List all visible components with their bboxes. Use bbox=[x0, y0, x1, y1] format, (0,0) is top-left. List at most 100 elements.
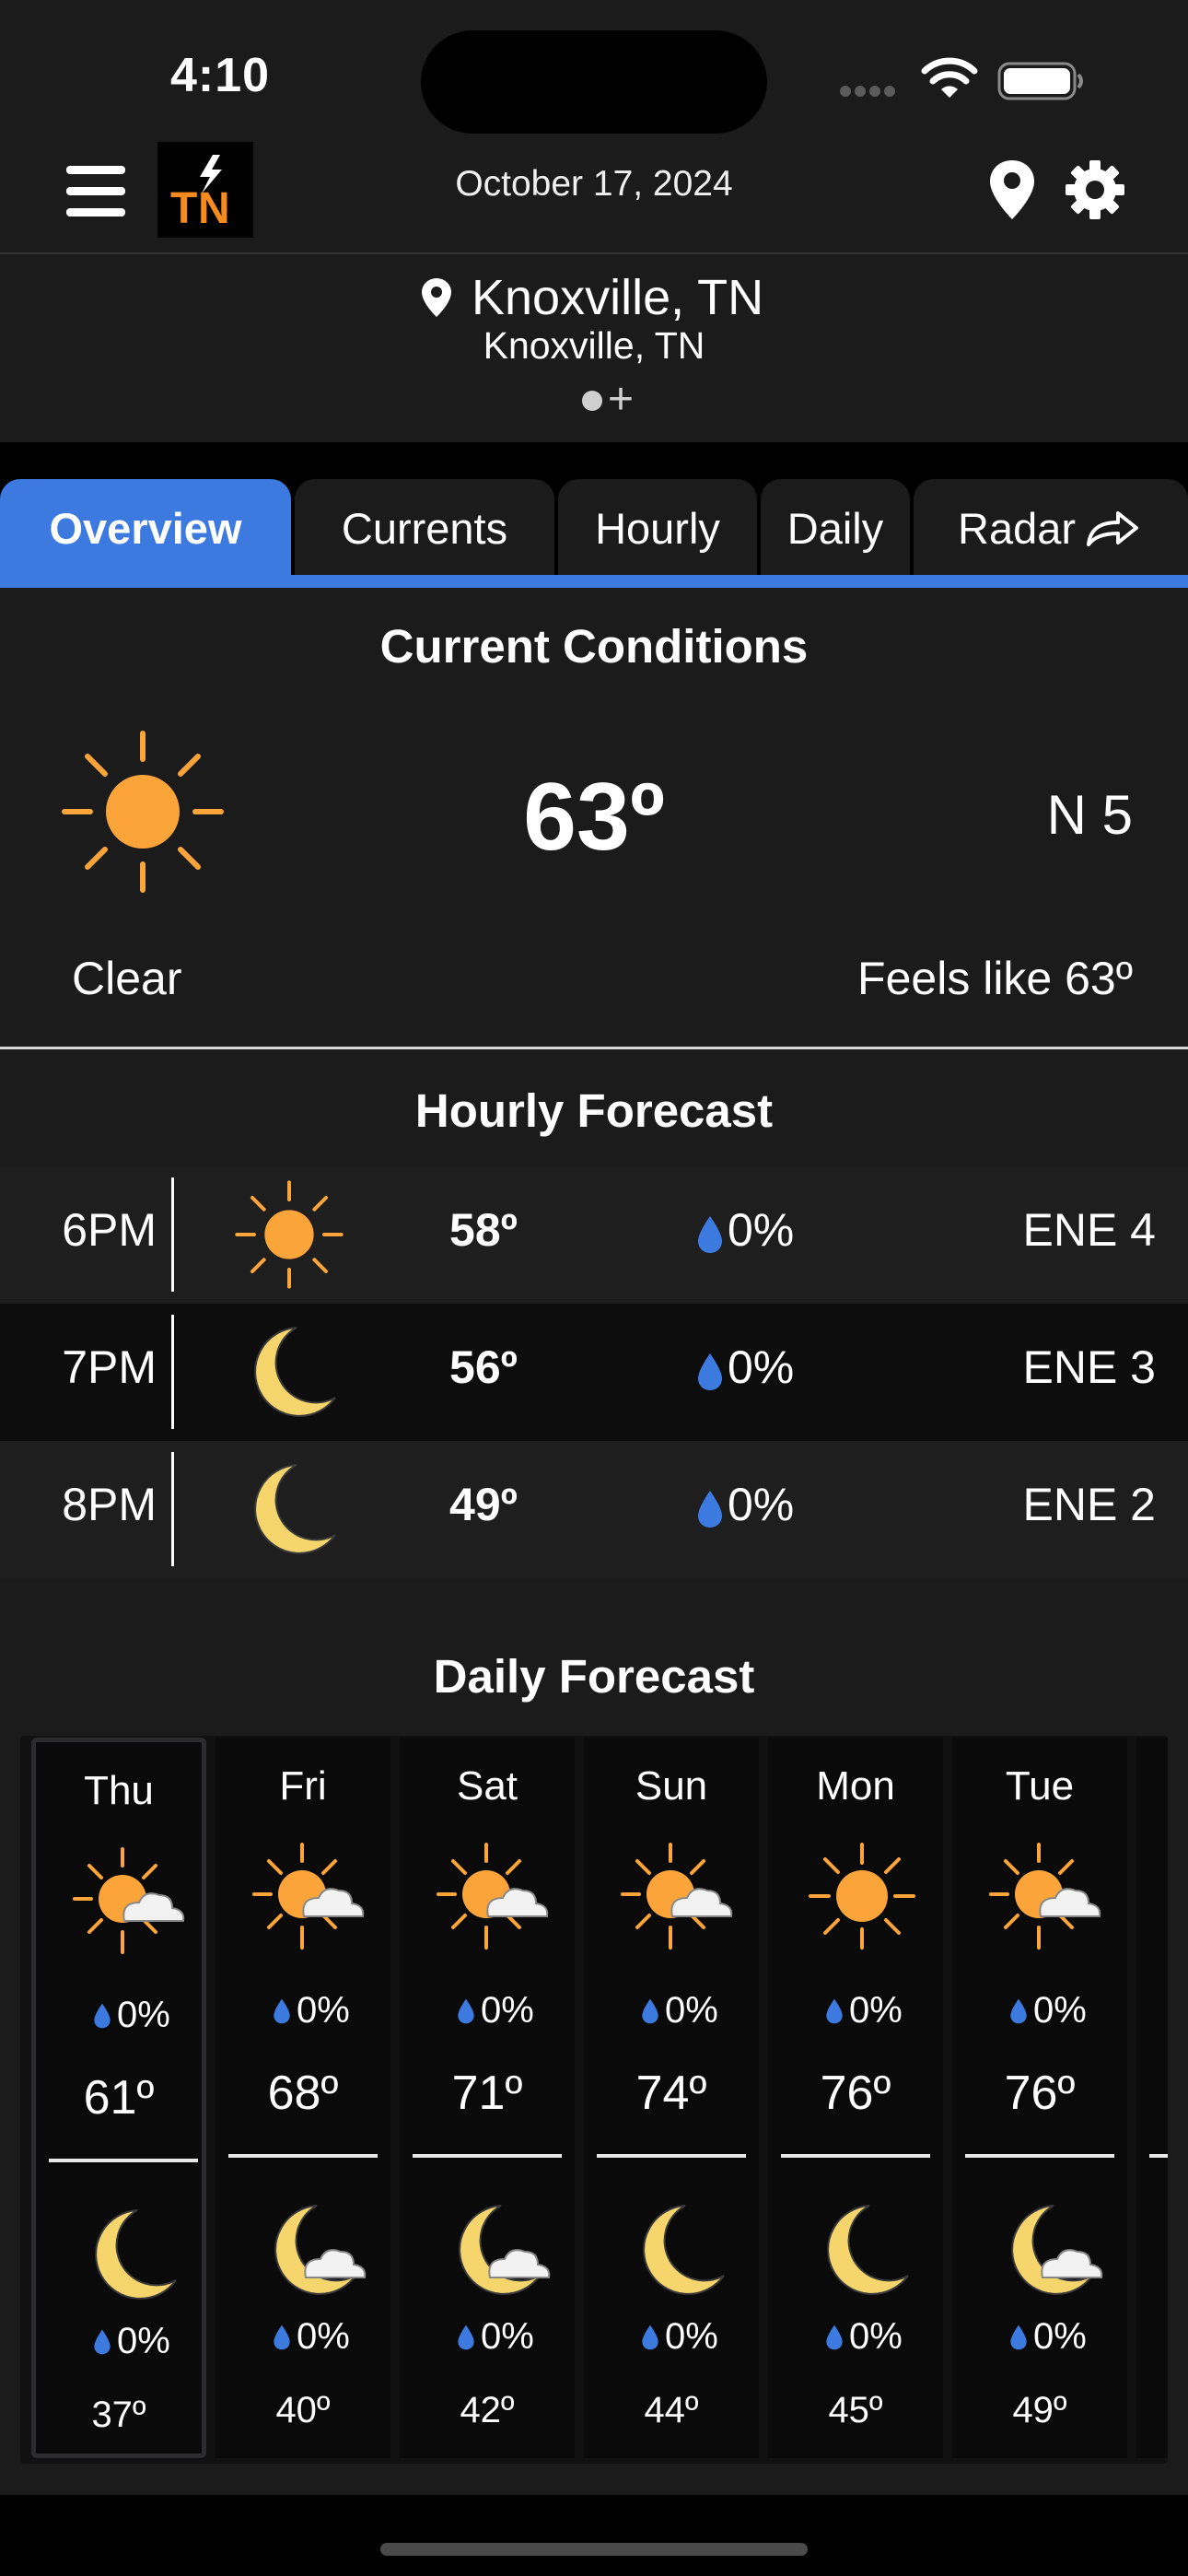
tab-bar: Overview Currents Hourly Daily Radar bbox=[0, 442, 1188, 588]
current-wind: N 5 bbox=[1046, 784, 1133, 846]
hour-time: 8PM bbox=[62, 1479, 157, 1530]
hour-temperature: 56º bbox=[449, 1341, 518, 1393]
night-precip: 0% bbox=[665, 2316, 718, 2357]
divider bbox=[413, 2154, 562, 2158]
partly-cloudy-icon bbox=[73, 1844, 187, 1958]
app-header: T N October 17, 2024 bbox=[0, 138, 1188, 254]
raindrop-icon bbox=[696, 1214, 724, 1255]
raindrop-icon bbox=[457, 2323, 475, 2352]
day-column-fri[interactable]: Fri 0% 68º 0% 40º bbox=[215, 1738, 390, 2458]
day-high: 71º bbox=[451, 2067, 523, 2120]
day-high: 61º bbox=[83, 2071, 155, 2125]
svg-text:N: N bbox=[198, 184, 230, 233]
hourly-row[interactable]: 8PM 49º 0% ENE 2 bbox=[0, 1441, 1188, 1578]
day-column-sat[interactable]: Sat 0% 71º 0% 42º bbox=[400, 1738, 575, 2458]
current-condition: Clear bbox=[72, 953, 182, 1004]
day-name: Sat bbox=[456, 1763, 518, 1809]
raindrop-icon bbox=[696, 1352, 724, 1392]
tab-daily[interactable]: Daily bbox=[761, 479, 910, 577]
day-precip: 0% bbox=[481, 1990, 534, 2031]
moon-icon bbox=[805, 2193, 919, 2307]
raindrop-icon bbox=[273, 2323, 291, 2352]
tab-hourly[interactable]: Hourly bbox=[558, 479, 757, 577]
sun-icon bbox=[805, 1839, 919, 1953]
raindrop-icon bbox=[1009, 2323, 1028, 2352]
location-pin-icon[interactable] bbox=[987, 158, 1037, 221]
day-column-sun[interactable]: Sun 0% 74º 0% 44º bbox=[584, 1738, 759, 2458]
partly-cloudy-icon bbox=[437, 1839, 551, 1953]
night-precip: 0% bbox=[849, 2316, 903, 2357]
hour-precip: 0% bbox=[728, 1204, 795, 1256]
divider bbox=[171, 1177, 174, 1292]
sun-icon bbox=[232, 1177, 346, 1292]
day-low: 37º bbox=[91, 2395, 146, 2435]
settings-gear-icon[interactable] bbox=[1064, 158, 1126, 221]
night-precip: 0% bbox=[1033, 2316, 1087, 2357]
raindrop-icon bbox=[641, 2323, 659, 2352]
battery-icon bbox=[997, 62, 1085, 100]
moon-cloud-icon bbox=[989, 2193, 1103, 2307]
location-name[interactable]: Knoxville, TN bbox=[472, 269, 763, 326]
day-high: 74º bbox=[635, 2067, 707, 2120]
home-indicator[interactable] bbox=[380, 2543, 808, 2556]
tab-currents[interactable]: Currents bbox=[295, 479, 554, 577]
hour-wind: ENE 2 bbox=[1022, 1479, 1156, 1530]
daily-forecast-strip: Thu 0% 61º 0% 37º Fri 0% 68º 0% 40º Sat … bbox=[20, 1736, 1168, 2464]
tab-radar-label: Radar bbox=[958, 503, 1077, 553]
location-page-indicator bbox=[582, 391, 602, 411]
day-high: 68º bbox=[267, 2067, 339, 2120]
raindrop-icon bbox=[1009, 1996, 1028, 2026]
hour-temperature: 58º bbox=[449, 1204, 518, 1256]
night-precip: 0% bbox=[117, 2321, 170, 2361]
hour-wind: ENE 3 bbox=[1022, 1341, 1156, 1393]
raindrop-icon bbox=[641, 1996, 659, 2026]
raindrop-icon bbox=[825, 2323, 844, 2352]
hour-precip: 0% bbox=[728, 1341, 795, 1393]
hour-temperature: 49º bbox=[449, 1479, 518, 1530]
night-precip: 0% bbox=[481, 2316, 534, 2357]
hour-time: 7PM bbox=[62, 1341, 157, 1393]
moon-icon bbox=[621, 2193, 735, 2307]
divider bbox=[228, 2154, 378, 2158]
svg-text:T: T bbox=[170, 184, 197, 233]
tab-overview[interactable]: Overview bbox=[0, 479, 291, 577]
raindrop-icon bbox=[93, 2327, 111, 2357]
cellular-signal-icon bbox=[840, 85, 904, 98]
header-date: October 17, 2024 bbox=[455, 164, 733, 204]
hourly-row[interactable]: 7PM 56º 0% ENE 3 bbox=[0, 1304, 1188, 1441]
daily-forecast-title: Daily Forecast bbox=[433, 1650, 755, 1703]
tab-radar[interactable]: Radar bbox=[914, 479, 1188, 577]
divider bbox=[49, 2159, 198, 2162]
day-column-mon[interactable]: Mon 0% 76º 0% 45º bbox=[768, 1738, 943, 2458]
day-low: 40º bbox=[275, 2390, 331, 2430]
add-location-button[interactable]: + bbox=[608, 374, 634, 425]
day-high: 76º bbox=[820, 2067, 891, 2120]
day-column-partial[interactable] bbox=[1136, 1738, 1168, 2458]
day-name: Tue bbox=[1005, 1763, 1075, 1809]
current-temperature: 63º bbox=[523, 764, 665, 871]
location-pin-icon bbox=[420, 276, 453, 319]
day-name: Thu bbox=[84, 1768, 154, 1813]
day-high: 76º bbox=[1004, 2067, 1076, 2120]
day-precip: 0% bbox=[849, 1990, 903, 2031]
partly-cloudy-icon bbox=[621, 1839, 735, 1953]
day-name: Fri bbox=[279, 1763, 327, 1809]
divider bbox=[597, 2154, 746, 2158]
hourly-row[interactable]: 6PM 58º 0% ENE 4 bbox=[0, 1166, 1188, 1304]
overview-content: Current Conditions 63º N 5 Clear Feels l… bbox=[0, 588, 1188, 2495]
status-time: 4:10 bbox=[170, 49, 271, 102]
day-column-tue[interactable]: Tue 0% 76º 0% 49º bbox=[952, 1738, 1127, 2458]
raindrop-icon bbox=[93, 2001, 111, 2031]
status-bar: 4:10 bbox=[0, 0, 1188, 138]
moon-cloud-icon bbox=[437, 2193, 551, 2307]
location-section: Knoxville, TN Knoxville, TN + bbox=[0, 254, 1188, 442]
app-logo: T N bbox=[157, 142, 253, 238]
menu-icon[interactable] bbox=[66, 166, 125, 217]
feels-like: Feels like 63º bbox=[857, 953, 1133, 1004]
raindrop-icon bbox=[696, 1489, 724, 1529]
moon-icon bbox=[232, 1452, 346, 1566]
day-column-thu[interactable]: Thu 0% 61º 0% 37º bbox=[31, 1738, 206, 2458]
day-low: 42º bbox=[460, 2390, 515, 2430]
day-precip: 0% bbox=[297, 1990, 350, 2031]
divider bbox=[781, 2154, 930, 2158]
